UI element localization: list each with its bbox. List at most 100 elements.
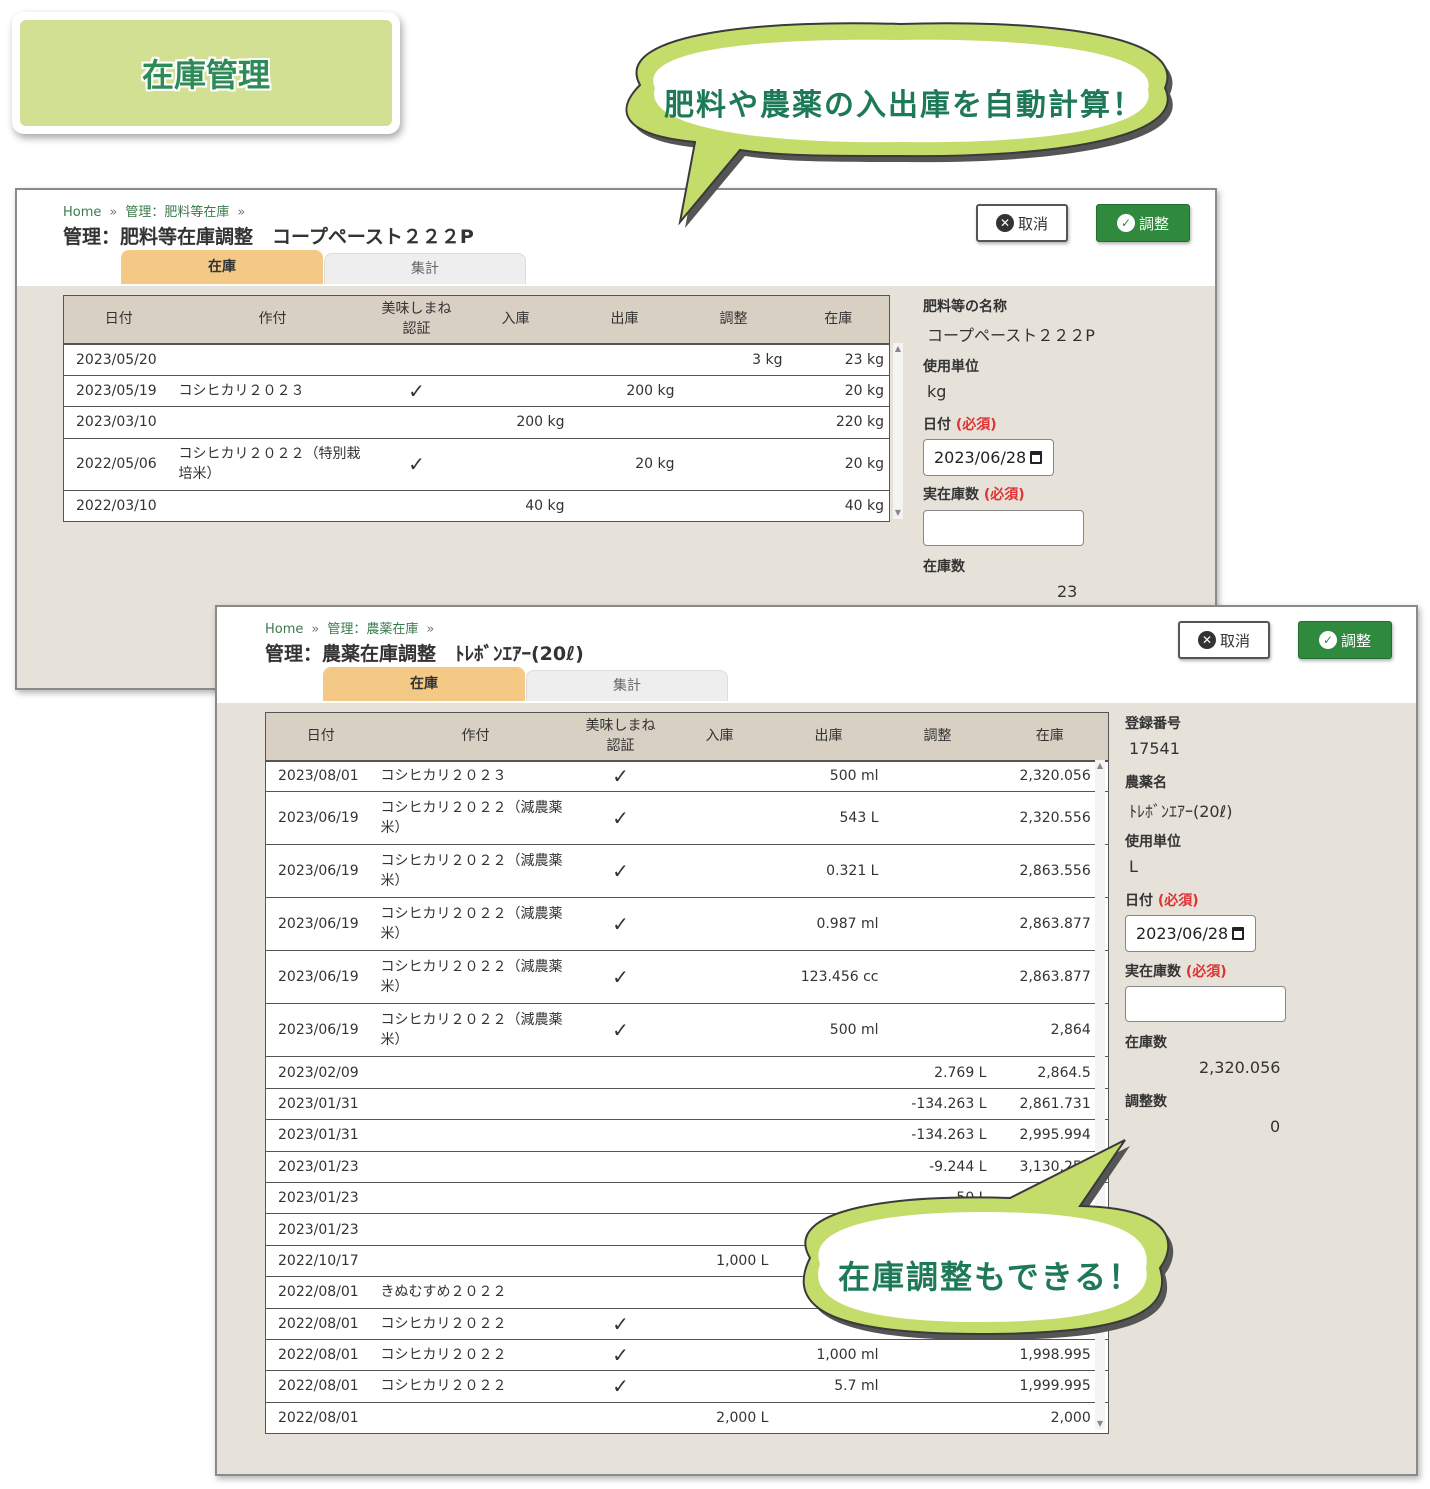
cell-in bbox=[665, 950, 774, 1005]
check-icon: ✓ bbox=[575, 1370, 666, 1403]
check-icon: ✓ bbox=[371, 375, 462, 407]
cell-certified bbox=[575, 1088, 666, 1121]
table-row[interactable]: 2023/06/19 コシヒカリ２０２２（減農薬米） ✓ 543 L 2,320.556… bbox=[265, 791, 1109, 846]
cell-stock: 1,999.995 L bbox=[991, 1370, 1109, 1403]
column-header-date: 日付 bbox=[265, 712, 376, 762]
table-row[interactable]: 2023/03/10 200 kg 220 kg bbox=[63, 406, 890, 439]
cell-certified bbox=[575, 1402, 666, 1435]
cell-stock: 2,320.556 L bbox=[991, 791, 1109, 846]
cell-stock: 220 kg bbox=[787, 406, 890, 439]
cell-certified bbox=[575, 1276, 666, 1309]
table-row[interactable]: 2022/03/10 40 kg 40 kg bbox=[63, 490, 890, 522]
cell-out: 500 ml bbox=[773, 760, 884, 793]
cell-in bbox=[665, 1370, 774, 1403]
unit-value: kg bbox=[927, 382, 947, 401]
pesticide-name-label: 農薬名 bbox=[1125, 775, 1167, 791]
scroll-down-arrow-icon[interactable]: ▼ bbox=[894, 509, 902, 517]
page-title: 管理：農薬在庫調整 ﾄﾚﾎﾞﾝｴｱｰ(20ℓ) bbox=[265, 643, 584, 665]
table-row[interactable]: 2023/06/19 コシヒカリ２０２２（減農薬米） ✓ 123.456 cc 2,86… bbox=[265, 950, 1109, 1005]
cell-crop: コシヒカリ２０２２（減農薬米） bbox=[375, 844, 576, 899]
actual-stock-input[interactable] bbox=[923, 510, 1084, 546]
table-row[interactable]: 2023/08/01 コシヒカリ２０２３ ✓ 500 ml 2,320.056 L bbox=[265, 760, 1109, 793]
cell-date: 2023/02/09 bbox=[265, 1056, 376, 1089]
scroll-up-arrow-icon[interactable]: ▲ bbox=[1096, 762, 1104, 770]
cell-crop bbox=[375, 1056, 576, 1089]
cell-in bbox=[665, 1339, 774, 1372]
date-label: 日付 (必須) bbox=[923, 414, 997, 434]
column-header-stock: 在庫 bbox=[787, 295, 890, 345]
table-row[interactable]: 2023/06/19 コシヒカリ２０２２（減農薬米） ✓ 0.321 L 2,863.5… bbox=[265, 844, 1109, 899]
check-icon: ✓ bbox=[575, 950, 666, 1005]
table-row[interactable]: 2022/05/06 コシヒカリ２０２２（特別栽培米） ✓ 20 kg 20 kg bbox=[63, 438, 890, 491]
cell-date: 2023/01/23 bbox=[265, 1182, 376, 1215]
column-header-adjust: 調整 bbox=[679, 295, 788, 345]
cell-out bbox=[773, 1056, 884, 1089]
cell-date: 2022/03/10 bbox=[63, 490, 174, 522]
cell-out bbox=[773, 1088, 884, 1121]
table-row[interactable]: 2022/08/01 コシヒカリ２０２２ ✓ 5.7 ml 1,999.995 L bbox=[265, 1370, 1109, 1403]
date-input[interactable]: 2023/06/28 bbox=[923, 439, 1054, 476]
column-header-crop: 作付 bbox=[173, 295, 372, 345]
table-row[interactable]: 2023/02/09 2.769 L 2,864.5 L bbox=[265, 1056, 1109, 1089]
cell-date: 2022/08/01 bbox=[265, 1339, 376, 1372]
date-input-value: 2023/06/28 bbox=[934, 448, 1027, 467]
cell-in bbox=[665, 1119, 774, 1152]
breadcrumb-fertilizer-stock-link[interactable]: 管理：肥料等在庫 bbox=[125, 205, 229, 220]
table-scrollbar[interactable]: ▲ ▼ bbox=[893, 343, 903, 519]
tab-summary[interactable]: 集計 bbox=[324, 253, 526, 284]
cell-crop: コシヒカリ２０２２ bbox=[375, 1308, 576, 1340]
cell-adjust bbox=[679, 490, 788, 522]
table-row[interactable]: 2023/05/20 3 kg 23 kg bbox=[63, 343, 890, 376]
breadcrumb-home-link[interactable]: Home bbox=[63, 205, 101, 220]
tab-stock[interactable]: 在庫 bbox=[121, 250, 323, 284]
cell-date: 2023/01/31 bbox=[265, 1088, 376, 1121]
cell-crop bbox=[173, 406, 372, 439]
calendar-icon[interactable] bbox=[1030, 451, 1043, 464]
cell-stock: 2,863.877 L bbox=[991, 950, 1109, 1005]
cell-date: 2022/08/01 bbox=[265, 1402, 376, 1435]
cell-date: 2022/10/17 bbox=[265, 1245, 376, 1278]
column-header-date: 日付 bbox=[63, 295, 174, 345]
table-row[interactable]: 2022/08/01 2,000 L 2,000 L bbox=[265, 1402, 1109, 1435]
cell-adjust bbox=[883, 1370, 992, 1403]
stock-count-value: 23 bbox=[1057, 582, 1078, 601]
actual-stock-label: 実在庫数 (必須) bbox=[923, 484, 1025, 504]
cell-date: 2023/01/23 bbox=[265, 1213, 376, 1246]
tab-stock[interactable]: 在庫 bbox=[323, 667, 525, 701]
column-header-certification: 美味しまね 認証 bbox=[575, 712, 666, 762]
cell-adjust bbox=[883, 791, 992, 846]
required-marker: (必須) bbox=[983, 487, 1025, 503]
breadcrumb-pesticide-stock-link[interactable]: 管理：農薬在庫 bbox=[327, 622, 418, 637]
cell-stock: 2,863.556 L bbox=[991, 844, 1109, 899]
scroll-up-arrow-icon[interactable]: ▲ bbox=[894, 345, 902, 353]
table-row[interactable]: 2023/05/19 コシヒカリ２０２３ ✓ 200 kg 20 kg bbox=[63, 375, 890, 407]
actual-stock-input[interactable] bbox=[1125, 986, 1286, 1022]
table-row[interactable]: 2023/01/31 -134.263 L 2,861.731 L bbox=[265, 1088, 1109, 1121]
cell-crop bbox=[375, 1402, 576, 1435]
adjust-button[interactable]: ✓ 調整 bbox=[1298, 621, 1392, 659]
unit-label: 使用単位 bbox=[923, 359, 979, 375]
table-row[interactable]: 2023/06/19 コシヒカリ２０２２（減農薬米） ✓ 0.987 ml 2,863.… bbox=[265, 897, 1109, 952]
breadcrumb-home-link[interactable]: Home bbox=[265, 622, 303, 637]
cell-date: 2023/06/19 bbox=[265, 791, 376, 846]
scroll-down-arrow-icon[interactable]: ▼ bbox=[1096, 1420, 1104, 1428]
unit-label: 使用単位 bbox=[1125, 834, 1181, 850]
date-input[interactable]: 2023/06/28 bbox=[1125, 915, 1256, 952]
required-marker: (必須) bbox=[1185, 964, 1227, 980]
cell-certified bbox=[371, 406, 462, 439]
cell-adjust bbox=[679, 375, 788, 407]
cell-out: 500 ml bbox=[773, 1003, 884, 1058]
actual-stock-label: 実在庫数 (必須) bbox=[1125, 961, 1227, 981]
cell-adjust bbox=[883, 897, 992, 952]
close-icon: ✕ bbox=[1197, 631, 1216, 649]
cell-in bbox=[665, 1213, 774, 1246]
cancel-button[interactable]: ✕ 取消 bbox=[1178, 621, 1270, 659]
cell-stock: 2,864 L bbox=[991, 1003, 1109, 1058]
cell-date: 2022/05/06 bbox=[63, 438, 174, 491]
table-row[interactable]: 2023/06/19 コシヒカリ２０２２（減農薬米） ✓ 500 ml 2,864 L bbox=[265, 1003, 1109, 1058]
check-icon: ✓ bbox=[575, 791, 666, 846]
tab-summary[interactable]: 集計 bbox=[526, 670, 728, 701]
table-body: 2023/05/20 3 kg 23 kg 2023/05/19 コシヒカリ２０２３ ✓ 2… bbox=[63, 343, 890, 522]
table-header-row: 日付 作付 美味しまね 認証 入庫 出庫 調整 在庫 bbox=[63, 295, 890, 345]
calendar-icon[interactable] bbox=[1232, 927, 1245, 940]
